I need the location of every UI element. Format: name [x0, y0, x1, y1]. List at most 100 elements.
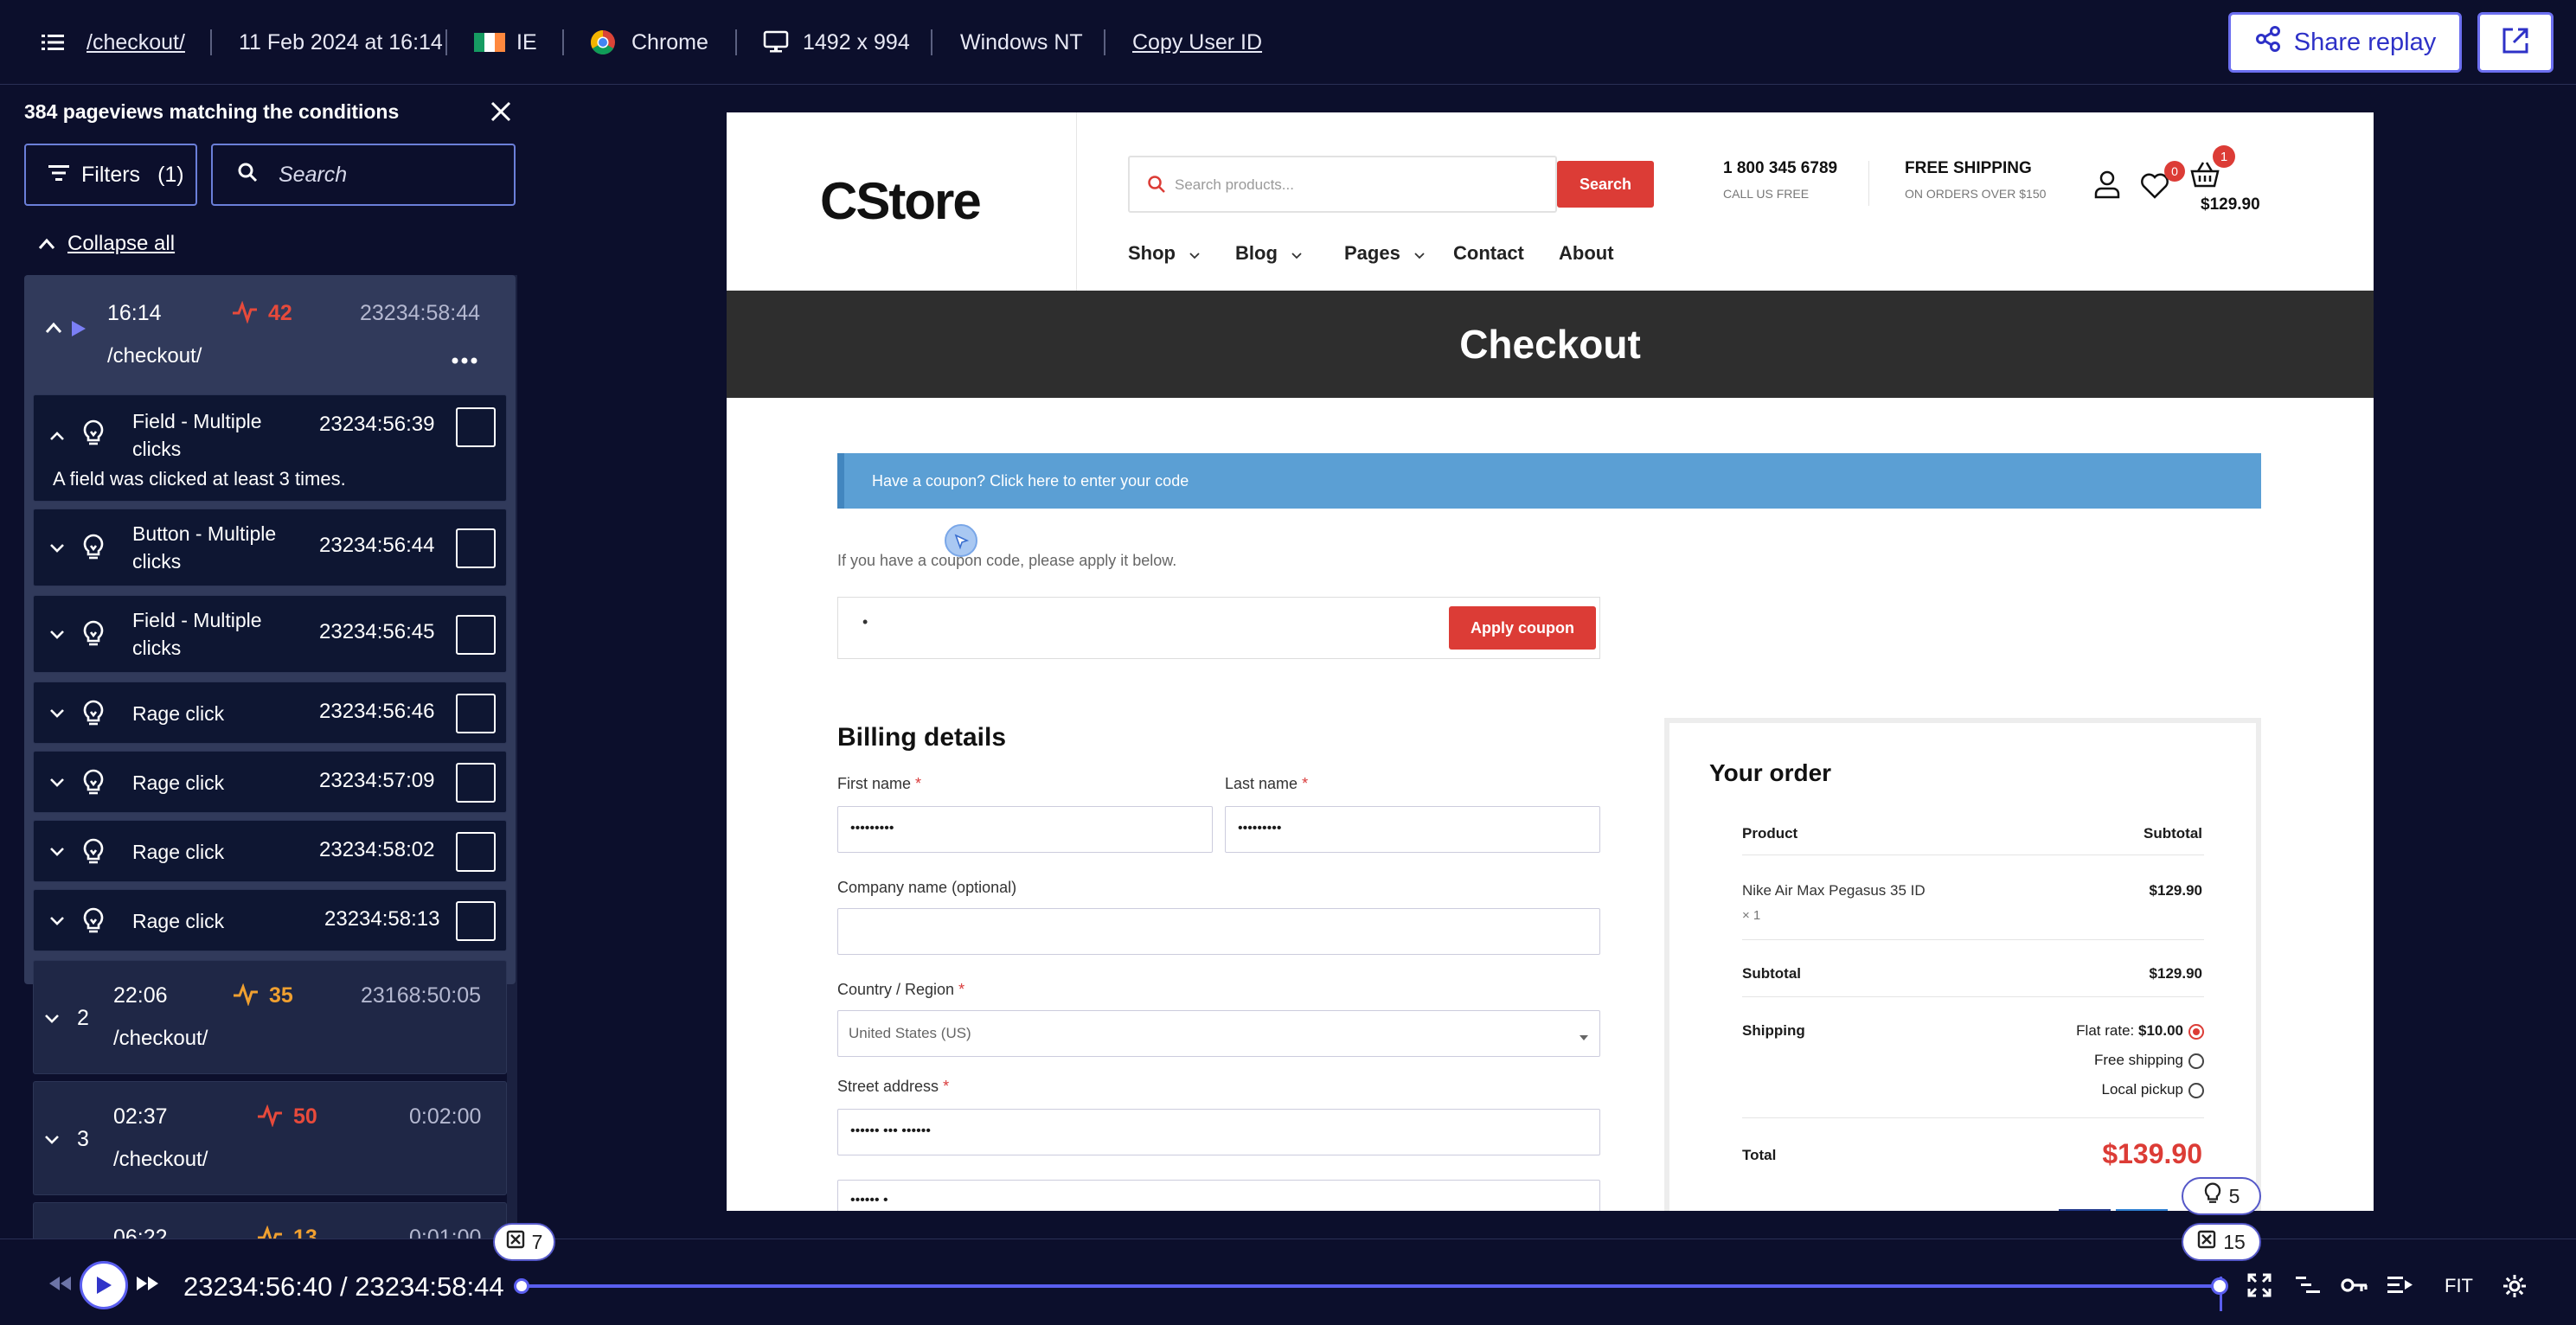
chevron-up-icon[interactable]: [49, 430, 65, 445]
apply-coupon-button[interactable]: Apply coupon: [1449, 606, 1596, 650]
event-checkbox[interactable]: [456, 694, 496, 733]
lightbulb-icon: [2203, 1182, 2222, 1210]
event-item[interactable]: Rage click 23234:58:02: [33, 820, 507, 882]
coupon-banner[interactable]: Have a coupon? Click here to enter your …: [837, 453, 2261, 509]
event-item[interactable]: Field - Multiple clicks 23234:56:45: [33, 595, 507, 673]
country-select[interactable]: United States (US): [837, 1010, 1600, 1057]
marker-right-badge[interactable]: 15: [2182, 1223, 2261, 1261]
play-button[interactable]: [80, 1261, 128, 1309]
event-checkbox[interactable]: [456, 901, 496, 941]
menu-icon[interactable]: [42, 0, 64, 85]
fast-forward-icon[interactable]: [135, 1275, 161, 1296]
site-search-input[interactable]: Search products...: [1128, 156, 1557, 213]
session-score: 35: [269, 983, 293, 1008]
timecode: 23234:56:40 / 23234:58:44: [183, 1271, 504, 1302]
chevron-down-icon[interactable]: [49, 623, 65, 645]
filters-button[interactable]: Filters (1): [24, 144, 197, 206]
nav-item-shop[interactable]: Shop: [1128, 242, 1235, 265]
ship-pickup-radio[interactable]: [2188, 1083, 2204, 1098]
last-name-input[interactable]: •••••••••: [1225, 806, 1600, 853]
first-name-label: First name *: [837, 775, 922, 792]
chevron-down-icon[interactable]: [49, 840, 65, 862]
share-replay-button[interactable]: Share replay: [2228, 12, 2462, 73]
chevron-down-icon[interactable]: [49, 701, 65, 724]
site-phone[interactable]: 1 800 345 6789: [1723, 159, 1837, 178]
nav-item-pages[interactable]: Pages: [1344, 242, 1453, 265]
settings-gear-icon[interactable]: [2502, 1273, 2528, 1303]
street-input[interactable]: •••••• ••• ••••••: [837, 1109, 1600, 1155]
copy-user-id-link[interactable]: Copy User ID: [1132, 0, 1262, 85]
chevron-down-icon[interactable]: [44, 1134, 60, 1149]
cart-total[interactable]: $129.90: [2201, 195, 2260, 214]
event-checkbox[interactable]: [456, 528, 496, 568]
marker-left-badge[interactable]: 7: [493, 1223, 555, 1261]
search-input[interactable]: Search: [211, 144, 516, 206]
event-checkbox[interactable]: [456, 832, 496, 872]
chevron-down-icon[interactable]: [44, 1013, 60, 1028]
skip-inactivity-icon[interactable]: [2387, 1275, 2413, 1300]
ship-free-radio[interactable]: [2188, 1053, 2204, 1069]
event-item[interactable]: Rage click 23234:58:13: [33, 889, 507, 951]
wishlist-icon[interactable]: [2140, 173, 2169, 203]
account-icon[interactable]: [2093, 170, 2121, 203]
collapse-all-toggle[interactable]: Collapse all: [38, 232, 175, 256]
frustration-icon: [506, 1230, 525, 1254]
event-checkbox[interactable]: [456, 407, 496, 447]
chevron-down-icon[interactable]: [49, 771, 65, 793]
key-icon[interactable]: [2341, 1275, 2368, 1300]
nav-item-blog[interactable]: Blog: [1235, 242, 1344, 265]
coupon-hint: If you have a coupon code, please apply …: [837, 552, 1177, 569]
ship-flat-radio[interactable]: [2188, 1024, 2204, 1040]
coupon-input-value[interactable]: •: [862, 613, 868, 631]
total-value: $139.90: [2102, 1138, 2202, 1169]
event-item[interactable]: Rage click 23234:57:09: [33, 751, 507, 813]
event-checkbox[interactable]: [456, 615, 496, 655]
timeline-start-handle[interactable]: [514, 1278, 529, 1294]
nav-item-contact[interactable]: Contact: [1453, 242, 1559, 265]
input-value: •••••• •: [850, 1193, 888, 1207]
ship-flat-rate: Flat rate: $10.00: [2076, 1022, 2183, 1039]
chevron-down-icon[interactable]: [49, 536, 65, 559]
site-logo[interactable]: CStore: [820, 171, 982, 231]
fit-toggle[interactable]: FIT: [2445, 1275, 2473, 1297]
pageviews-count-heading: 384 pageviews matching the conditions: [24, 100, 400, 123]
monitor-icon: [763, 0, 789, 85]
nav-item-about[interactable]: About: [1559, 242, 1614, 265]
site-search-button[interactable]: Search: [1557, 161, 1654, 208]
session-item[interactable]: 2 22:06 35 23168:50:05 /checkout/: [33, 960, 507, 1074]
chevron-up-icon[interactable]: [45, 322, 62, 338]
activity-icon: [257, 1225, 283, 1239]
shipping-label: Shipping: [1742, 1022, 1805, 1039]
subtotal-label: Subtotal: [1742, 965, 1801, 982]
lightbulb-icon: [82, 419, 105, 451]
marker-right-count: 15: [2223, 1230, 2246, 1253]
divider: [1104, 29, 1105, 55]
event-item[interactable]: Button - Multiple clicks 23234:56:44: [33, 509, 507, 586]
event-item[interactable]: Rage click 23234:56:46: [33, 682, 507, 744]
event-item[interactable]: Field - Multiple clicks 23234:56:39 A fi…: [33, 394, 507, 502]
site-shipping-title: FREE SHIPPING: [1905, 159, 2032, 177]
open-external-button[interactable]: [2477, 12, 2554, 73]
playhead-handle[interactable]: [2210, 1277, 2228, 1295]
first-name-input[interactable]: •••••••••: [837, 806, 1213, 853]
replay-viewport: CStore Search products... Search 1 800 3…: [727, 112, 2374, 1211]
page-path-link[interactable]: /checkout/: [87, 0, 185, 85]
caret-down-icon: [1579, 1030, 1589, 1046]
timeline-list-icon[interactable]: [2296, 1275, 2320, 1300]
session-item[interactable]: 06:22 13 0:01:00: [33, 1202, 507, 1239]
more-options-icon[interactable]: [452, 353, 477, 368]
session-duration: 0:01:00: [409, 1226, 482, 1239]
street-line2-input[interactable]: •••••• •: [837, 1180, 1600, 1211]
insights-badge[interactable]: 5: [2182, 1177, 2261, 1215]
rewind-icon[interactable]: [47, 1275, 73, 1296]
chevron-down-icon[interactable]: [49, 909, 65, 931]
event-time: 23234:57:09: [319, 769, 435, 792]
fullscreen-icon[interactable]: [2247, 1273, 2272, 1302]
event-time: 23234:56:45: [319, 620, 435, 643]
timeline-track[interactable]: [521, 1284, 2221, 1288]
close-panel-icon[interactable]: [490, 100, 512, 127]
cursor-icon: [954, 534, 970, 550]
session-item[interactable]: 3 02:37 50 0:02:00 /checkout/: [33, 1081, 507, 1195]
event-checkbox[interactable]: [456, 763, 496, 803]
company-input[interactable]: [837, 908, 1600, 955]
